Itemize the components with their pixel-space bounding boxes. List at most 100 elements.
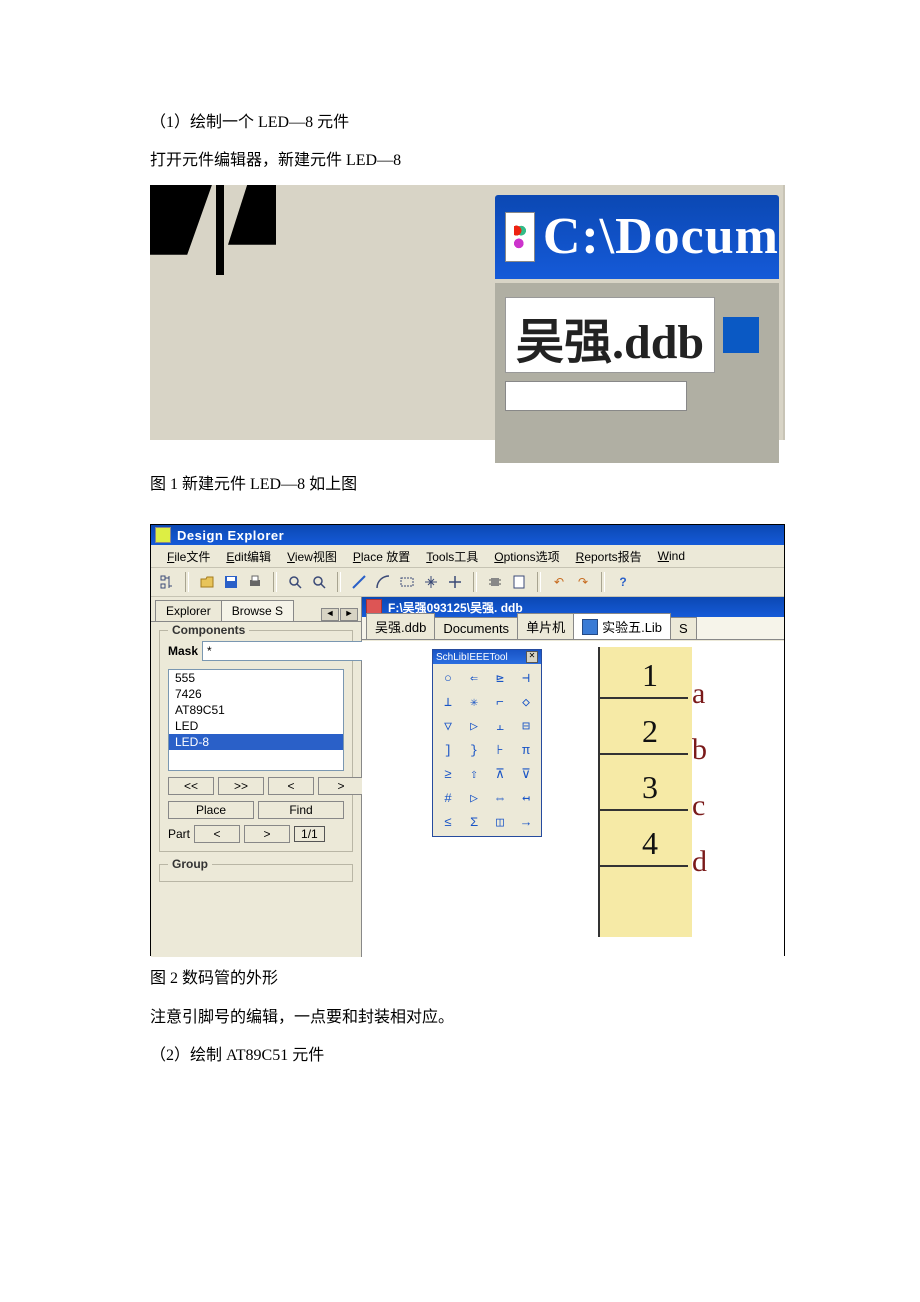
palette-tool[interactable]: ◇ xyxy=(514,691,538,713)
palette-tool[interactable]: ⌐ xyxy=(488,691,512,713)
palette-tool[interactable]: ○ xyxy=(436,667,460,689)
nav-last-button[interactable]: > xyxy=(318,777,364,795)
menu-file[interactable]: File文件 xyxy=(163,546,214,567)
palette-close-icon[interactable]: ✕ xyxy=(526,651,538,663)
palette-tool[interactable]: ⊼ xyxy=(488,763,512,785)
palette-tool[interactable]: ▽ xyxy=(436,715,460,737)
pin-line xyxy=(598,809,688,811)
palette-tool[interactable]: ⇐ xyxy=(462,667,486,689)
page-icon[interactable] xyxy=(509,572,529,592)
palette-tool[interactable]: ⊥ xyxy=(436,691,460,713)
palette-tool[interactable]: ⊦ xyxy=(488,739,512,761)
document-tab[interactable]: 实验五.Lib xyxy=(573,613,671,639)
find-button[interactable]: Find xyxy=(258,801,344,819)
pin-number: 3 xyxy=(642,769,658,806)
palette-tool[interactable]: ▷ xyxy=(462,715,486,737)
window-title: C:\Docum xyxy=(543,207,779,266)
toolbar: ↶ ↷ ? xyxy=(151,568,784,597)
paragraph-4: （2）绘制 AT89C51 元件 xyxy=(150,1041,770,1071)
save-icon[interactable] xyxy=(221,572,241,592)
place-button[interactable]: Place xyxy=(168,801,254,819)
pin-number: 1 xyxy=(642,657,658,694)
tool-tree-icon[interactable] xyxy=(157,572,177,592)
mask-input[interactable] xyxy=(202,641,367,661)
palette-tool[interactable]: } xyxy=(462,739,486,761)
document-tab-label: S xyxy=(679,621,688,636)
menu-place[interactable]: Place 放置 xyxy=(349,546,414,567)
document-tab-label: 吴强.ddb xyxy=(516,302,704,372)
menu-window[interactable]: Wind xyxy=(654,547,689,565)
palette-tool[interactable]: ⇧ xyxy=(462,763,486,785)
nav-prev-button[interactable]: < xyxy=(268,777,314,795)
document-tab[interactable]: 吴强.ddb xyxy=(505,297,715,373)
document-tab[interactable]: 单片机 xyxy=(517,613,574,639)
components-label: Components xyxy=(168,623,249,637)
app-titlebar: Design Explorer xyxy=(151,525,784,545)
menu-reports[interactable]: Reports报告 xyxy=(572,546,646,567)
palette-tool[interactable]: ⊣ xyxy=(514,667,538,689)
list-item[interactable]: AT89C51 xyxy=(169,702,343,718)
right-panel: F:\吴强093125\吴强. ddb 吴强.ddbDocuments单片机实验… xyxy=(362,597,784,957)
tab-scroll-left-icon[interactable]: ◄ xyxy=(321,608,339,621)
palette-tool[interactable]: ✳ xyxy=(462,691,486,713)
palette-tool[interactable]: Σ xyxy=(462,811,486,833)
palette-tool[interactable]: ] xyxy=(436,739,460,761)
pin-label: c xyxy=(692,789,764,823)
zoom-in-icon[interactable] xyxy=(285,572,305,592)
library-icon xyxy=(582,619,598,635)
seven-segment-component: 1234 abcd xyxy=(592,647,772,937)
arc-icon[interactable] xyxy=(373,572,393,592)
tab-browse[interactable]: Browse S xyxy=(221,600,294,621)
document-tab[interactable]: 吴强.ddb xyxy=(366,613,435,639)
palette-tool[interactable]: ⫠ xyxy=(488,715,512,737)
palette-tool[interactable]: ≥ xyxy=(436,763,460,785)
palette-tool[interactable]: ▷ xyxy=(462,787,486,809)
crosshair-icon[interactable] xyxy=(421,572,441,592)
nav-next-button[interactable]: >> xyxy=(218,777,264,795)
screenshot-2: Design Explorer File文件 Edit编辑 View视图 Pla… xyxy=(150,524,785,956)
palette-tool[interactable]: # xyxy=(436,787,460,809)
palette-tool[interactable]: ⊟ xyxy=(514,715,538,737)
document-icon xyxy=(723,317,759,353)
draw-line-icon[interactable] xyxy=(349,572,369,592)
palette-tool[interactable]: ≤ xyxy=(436,811,460,833)
components-list[interactable]: 5557426AT89C51LEDLED-8 xyxy=(168,669,344,771)
tab-scroll-right-icon[interactable]: ► xyxy=(340,608,358,621)
mask-label: Mask xyxy=(168,644,198,658)
plus-icon[interactable] xyxy=(445,572,465,592)
zoom-out-icon[interactable] xyxy=(309,572,329,592)
undo-icon[interactable]: ↶ xyxy=(549,572,569,592)
document-tab[interactable]: Documents xyxy=(434,617,518,639)
palette-tool[interactable]: → xyxy=(514,811,538,833)
tab-explorer[interactable]: Explorer xyxy=(155,600,222,621)
menu-view[interactable]: View视图 xyxy=(283,546,341,567)
menu-options[interactable]: Options选项 xyxy=(490,546,563,567)
list-item[interactable]: LED-8 xyxy=(169,734,343,750)
palette-titlebar: SchLibIEEETool ✕ xyxy=(433,650,541,664)
app-title: Design Explorer xyxy=(177,528,284,543)
palette-tool[interactable]: ⊽ xyxy=(514,763,538,785)
part-next-button[interactable]: > xyxy=(244,825,290,843)
nav-first-button[interactable]: << xyxy=(168,777,214,795)
part-count: 1/1 xyxy=(294,826,325,842)
menu-edit[interactable]: Edit编辑 xyxy=(222,546,275,567)
list-item[interactable]: LED xyxy=(169,718,343,734)
redo-icon[interactable]: ↷ xyxy=(573,572,593,592)
palette-tool[interactable]: ⊵ xyxy=(488,667,512,689)
part-label: Part xyxy=(168,827,190,841)
help-icon[interactable]: ? xyxy=(613,572,633,592)
print-icon[interactable] xyxy=(245,572,265,592)
rect-icon[interactable] xyxy=(397,572,417,592)
palette-tool[interactable]: ⇔ xyxy=(488,787,512,809)
palette-tool[interactable]: ◫ xyxy=(488,811,512,833)
schematic-canvas[interactable]: SchLibIEEETool ✕ ○⇐⊵⊣⊥✳⌐◇▽▷⫠⊟]}⊦π≥⇧⊼⊽#▷⇔… xyxy=(362,641,784,957)
document-tab[interactable]: S xyxy=(670,617,697,639)
list-item[interactable]: 7426 xyxy=(169,686,343,702)
palette-tool[interactable]: π xyxy=(514,739,538,761)
chip-icon[interactable] xyxy=(485,572,505,592)
list-item[interactable]: 555 xyxy=(169,670,343,686)
open-icon[interactable] xyxy=(197,572,217,592)
part-prev-button[interactable]: < xyxy=(194,825,240,843)
palette-tool[interactable]: ↤ xyxy=(514,787,538,809)
menu-tools[interactable]: Tools工具 xyxy=(422,546,482,567)
